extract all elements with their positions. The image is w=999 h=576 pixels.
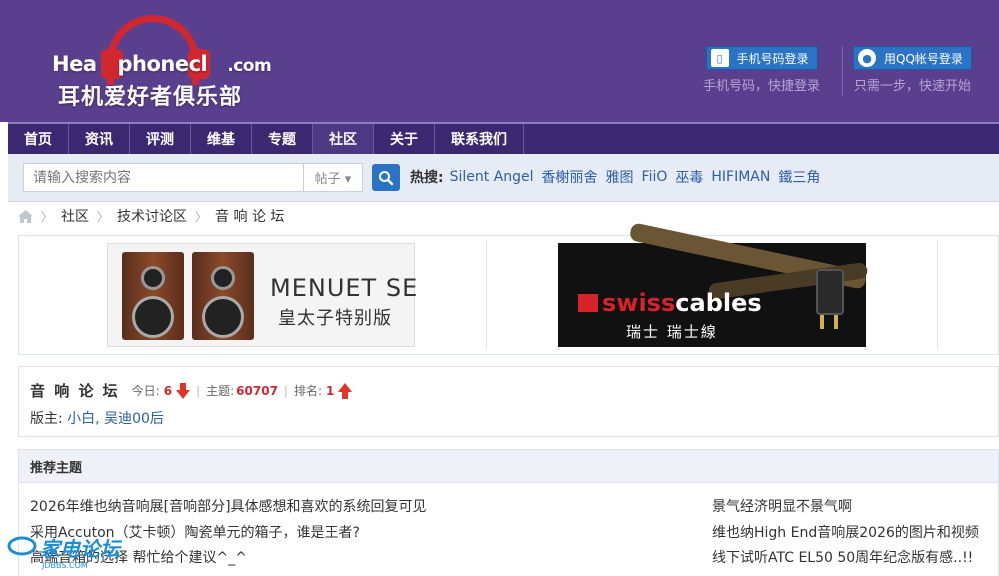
arrow-down-icon [176, 382, 191, 399]
logo-text-en: Hea phonecl .com [52, 52, 272, 76]
qq-penguin-icon: ● [858, 49, 876, 67]
recommended-header: 推荐主题 [19, 450, 998, 483]
recommended-topics: 推荐主题 2026年维也纳音响展[音响部分]具体感想和喜欢的系统回复可见 采用A… [18, 449, 999, 576]
breadcrumb-audio-forum[interactable]: 音 响 论 坛 [215, 206, 284, 226]
logo-text-cn: 耳机爱好者俱乐部 [58, 85, 243, 110]
arrow-up-icon [338, 382, 353, 399]
home-icon[interactable] [18, 209, 33, 223]
breadcrumb-community[interactable]: 社区 [61, 206, 89, 226]
forum-title: 音 响 论 坛 [30, 382, 120, 400]
nav-reviews[interactable]: 评测 [130, 124, 191, 154]
hot-search-link[interactable]: HIFIMAN [711, 169, 770, 185]
hot-search-link[interactable]: Silent Angel [450, 169, 534, 185]
watermark-logo: 家电论坛 JDBBS.COM [0, 532, 140, 576]
search-input[interactable] [23, 163, 303, 192]
ad-swisscables-subtitle: 瑞士 瑞士線 [626, 323, 718, 341]
phone-login-sub: 手机号码，快捷登录 [703, 79, 821, 94]
power-plug-image [816, 269, 844, 315]
list-item[interactable]: 维也纳High End音响展2026的图片和视频 [712, 521, 979, 547]
speaker-image [122, 252, 184, 340]
search-bar: 帖子 ▾ 热搜: Silent Angel 香榭丽舍 雅图 FiiO 巫毒 HI… [8, 154, 999, 202]
hot-search-link[interactable]: 巫毒 [675, 167, 703, 187]
moderators: 版主: 小白, 吴迪00后 [30, 408, 164, 428]
nav-news[interactable]: 资讯 [69, 124, 130, 154]
list-item[interactable]: 2026年维也纳音响展[音响部分]具体感想和喜欢的系统回复可见 [30, 495, 427, 521]
phone-icon: ▯ [710, 49, 729, 67]
list-item[interactable]: 景气经济明显不景气啊 [712, 495, 979, 521]
breadcrumb-tech[interactable]: 技术讨论区 [117, 206, 187, 226]
ad-banner-row: MENUET SE 皇太子特别版 swisscables 瑞士 瑞士線 [18, 222, 999, 355]
ad-menuet-title: MENUET SE [270, 274, 419, 302]
breadcrumb: 〉 社区 〉 技术讨论区 〉 音 响 论 坛 [18, 206, 284, 226]
main-nav: 首页 资讯 评测 维基 专题 社区 关于 联系我们 [8, 122, 999, 154]
site-header: Hea phonecl .com 耳机爱好者俱乐部 ▯ 手机号码登录 手机号码，快捷… [0, 0, 999, 122]
today-label: 今日: [131, 384, 160, 398]
phone-login: ▯ 手机号码登录 手机号码，快捷登录 [703, 46, 820, 94]
nav-wiki[interactable]: 维基 [191, 124, 252, 154]
nav-home[interactable]: 首页 [8, 124, 69, 154]
hot-search-link[interactable]: FiiO [642, 169, 668, 185]
today-count: 6 [163, 383, 173, 398]
hot-search-link[interactable]: 雅图 [606, 167, 634, 187]
swiss-flag-icon [578, 294, 598, 312]
moderators-label: 版主: [30, 411, 63, 427]
nav-community[interactable]: 社区 [313, 124, 374, 154]
search-button[interactable] [372, 164, 400, 191]
hot-search-label: 热搜: [410, 170, 444, 186]
hot-searches: 热搜: Silent Angel 香榭丽舍 雅图 FiiO 巫毒 HIFIMAN… [410, 167, 828, 187]
hot-search-link[interactable]: 香榭丽舍 [542, 167, 598, 187]
topics-count: 60707 [236, 383, 278, 398]
search-type-select[interactable]: 帖子 ▾ [303, 163, 363, 192]
recommended-right-list: 景气经济明显不景气啊 维也纳High End音响展2026的图片和视频 线下试听… [712, 495, 979, 572]
ad-divider [486, 240, 487, 350]
ad-menuet-se[interactable]: MENUET SE 皇太子特别版 [107, 243, 419, 347]
forum-stats: 音 响 论 坛 今日: 6 | 主题: 60707 | 排名: 1 [30, 380, 353, 401]
ad-divider [937, 240, 938, 350]
nav-topics[interactable]: 专题 [252, 124, 313, 154]
phone-login-button[interactable]: ▯ 手机号码登录 [705, 46, 818, 70]
qq-login: ● 用QQ帐号登录 只需一步，快速开始 [853, 46, 972, 94]
site-logo[interactable]: Hea phonecl .com 耳机爱好者俱乐部 [50, 15, 290, 110]
chevron-right-icon: 〉 [41, 209, 54, 224]
swisscables-logo: swisscables [578, 289, 762, 317]
forum-info-panel: 音 响 论 坛 今日: 6 | 主题: 60707 | 排名: 1 版主: 小白… [18, 366, 999, 437]
svg-text:家电论坛: 家电论坛 [40, 537, 123, 561]
rank-value: 1 [326, 383, 335, 398]
moderators-list[interactable]: 小白, 吴迪00后 [67, 411, 164, 427]
ad-swisscables[interactable]: swisscables 瑞士 瑞士線 [558, 222, 869, 347]
login-divider [842, 46, 843, 96]
nav-contact[interactable]: 联系我们 [435, 124, 524, 154]
chevron-right-icon: 〉 [195, 209, 208, 224]
rank-label: 排名: [293, 384, 323, 398]
ad-menuet-subtitle: 皇太子特别版 [278, 308, 392, 329]
hot-search-link[interactable]: 鐵三角 [778, 167, 820, 187]
qq-login-button[interactable]: ● 用QQ帐号登录 [853, 46, 972, 70]
chevron-right-icon: 〉 [97, 209, 110, 224]
list-item[interactable]: 线下试听ATC EL50 50周年纪念版有感..!! [712, 546, 979, 572]
speaker-image [192, 252, 254, 340]
search-icon [379, 170, 394, 185]
topics-label: 主题: [206, 384, 235, 398]
nav-about[interactable]: 关于 [374, 124, 435, 154]
qq-login-sub: 只需一步，快速开始 [853, 79, 971, 94]
svg-text:JDBBS.COM: JDBBS.COM [41, 561, 88, 570]
